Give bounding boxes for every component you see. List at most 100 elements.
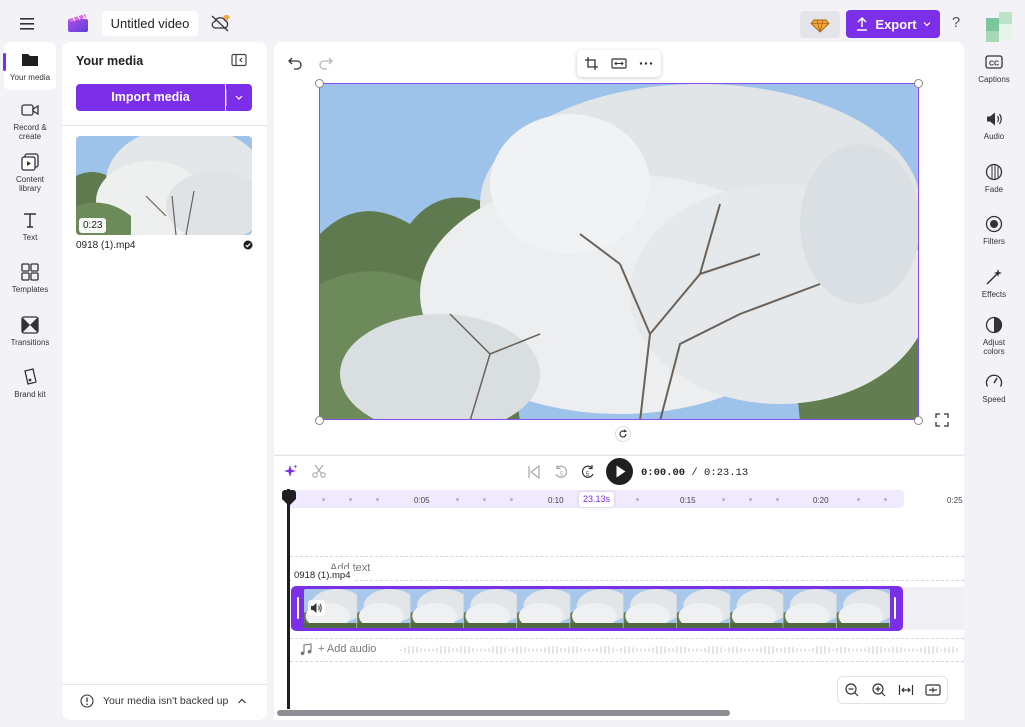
project-title[interactable]: Untitled video [102, 11, 198, 36]
track-divider [290, 661, 964, 662]
clip-trim-handle-right[interactable] [894, 597, 896, 619]
clip-trim-handle-left[interactable] [297, 597, 299, 619]
clip-filmstrip [304, 589, 890, 628]
cloud-off-premium-icon[interactable] [209, 12, 233, 34]
tick-label: 0:15 [680, 496, 696, 505]
help-button[interactable]: ? [946, 12, 966, 34]
media-file-name: 0918 (1).mp4 [76, 240, 136, 251]
tick-label: 0:10 [548, 496, 564, 505]
track-divider [290, 580, 964, 581]
video-clip[interactable] [291, 586, 903, 631]
premium-diamond-button[interactable] [800, 11, 840, 38]
resize-handle[interactable] [914, 79, 923, 88]
clip-name-label: 0918 (1).mp4 [291, 569, 354, 583]
tick-dot [376, 498, 379, 501]
current-time: 0:00.00 [641, 467, 686, 479]
export-label: Export [875, 16, 917, 32]
adjust-colors-icon [984, 315, 1004, 335]
tick-dot [349, 498, 352, 501]
rotate-icon[interactable] [615, 426, 631, 442]
zoom-to-fit-icon[interactable] [898, 682, 914, 698]
chevron-down-icon [226, 89, 243, 106]
play-button[interactable] [606, 458, 633, 485]
undo-icon[interactable] [287, 55, 303, 71]
tick-label: 0:20 [813, 496, 829, 505]
time-separator: / [685, 467, 705, 479]
library-icon [20, 152, 40, 172]
rail-brand-kit[interactable]: Brand kit [4, 367, 56, 399]
zoom-in-icon[interactable] [871, 682, 887, 698]
audio-icon [984, 109, 1004, 129]
clip-volume-icon[interactable] [308, 600, 325, 616]
tick-dot [884, 498, 887, 501]
track-divider [290, 556, 964, 557]
forward-5s-icon[interactable]: 5 [580, 463, 596, 481]
rail-fade[interactable]: Fade [970, 162, 1018, 194]
backup-notice[interactable]: Your media isn't backed up [80, 694, 250, 708]
transitions-icon [20, 315, 40, 335]
rail-content-library[interactable]: Content library [4, 152, 56, 193]
video-preview[interactable] [319, 83, 919, 420]
rewind-5s-icon[interactable]: 5 [553, 463, 569, 481]
split-scissors-icon[interactable] [311, 463, 327, 479]
fit-icon[interactable] [611, 56, 627, 71]
import-media-button[interactable]: Import media [76, 84, 225, 111]
rail-your-media[interactable]: Your media [4, 42, 56, 90]
import-options-dropdown[interactable] [226, 84, 252, 111]
rail-audio[interactable]: Audio [970, 109, 1018, 141]
rail-speed[interactable]: Speed [970, 372, 1018, 404]
fullscreen-icon[interactable] [934, 412, 950, 428]
selected-indicator [3, 53, 6, 71]
music-note-icon [300, 643, 312, 656]
crop-icon[interactable] [584, 56, 599, 71]
rail-text[interactable]: Text [4, 210, 56, 242]
media-panel-title: Your media [76, 54, 144, 68]
tick-dot [722, 498, 725, 501]
collapse-panel-icon[interactable] [231, 53, 247, 68]
play-icon [616, 465, 626, 478]
fade-icon [984, 162, 1004, 182]
expand-timeline-icon[interactable] [925, 682, 941, 698]
more-options-icon[interactable] [638, 56, 654, 71]
chevron-down-icon [923, 22, 931, 27]
tick-dot [483, 498, 486, 501]
tick-dot [510, 498, 513, 501]
rail-record-create[interactable]: Record & create [4, 100, 56, 141]
preview-toolbar [577, 50, 661, 77]
timeline-scrollbar[interactable] [277, 710, 730, 716]
playback-time: 0:00.00 / 0:23.13 [641, 467, 748, 479]
tick-dot [857, 498, 860, 501]
filters-icon [984, 214, 1004, 234]
track-divider [290, 638, 964, 639]
svg-text:CC: CC [989, 60, 999, 67]
zoom-out-icon[interactable] [844, 682, 860, 698]
resize-handle[interactable] [315, 79, 324, 88]
redo-icon[interactable] [318, 55, 334, 71]
zoom-controls [838, 677, 947, 703]
rail-filters[interactable]: Filters [970, 214, 1018, 246]
ai-sparkle-icon[interactable] [283, 463, 299, 479]
camera-icon [20, 100, 40, 120]
rail-adjust-colors[interactable]: Adjust colors [970, 315, 1018, 356]
upload-icon [857, 17, 868, 31]
skip-back-icon[interactable] [526, 464, 542, 480]
playhead-handle[interactable] [281, 489, 297, 507]
tick-dot [749, 498, 752, 501]
tick-dot [776, 498, 779, 501]
rail-captions[interactable]: CC Captions [970, 52, 1018, 84]
resize-handle[interactable] [914, 416, 923, 425]
divider [62, 125, 267, 126]
rail-effects[interactable]: Effects [970, 267, 1018, 299]
resize-handle[interactable] [315, 416, 324, 425]
export-button[interactable]: Export [846, 10, 940, 38]
duration-tooltip: 23.13s [579, 492, 614, 507]
tick-dot [456, 498, 459, 501]
hamburger-icon[interactable] [14, 12, 40, 36]
chevron-up-icon [238, 698, 246, 704]
brand-kit-icon [20, 367, 40, 387]
avatar[interactable] [984, 10, 1016, 44]
clipchamp-logo-icon [66, 12, 90, 34]
rail-templates[interactable]: Templates [4, 262, 56, 294]
duration-badge: 0:23 [79, 218, 107, 233]
rail-transitions[interactable]: Transitions [4, 315, 56, 347]
